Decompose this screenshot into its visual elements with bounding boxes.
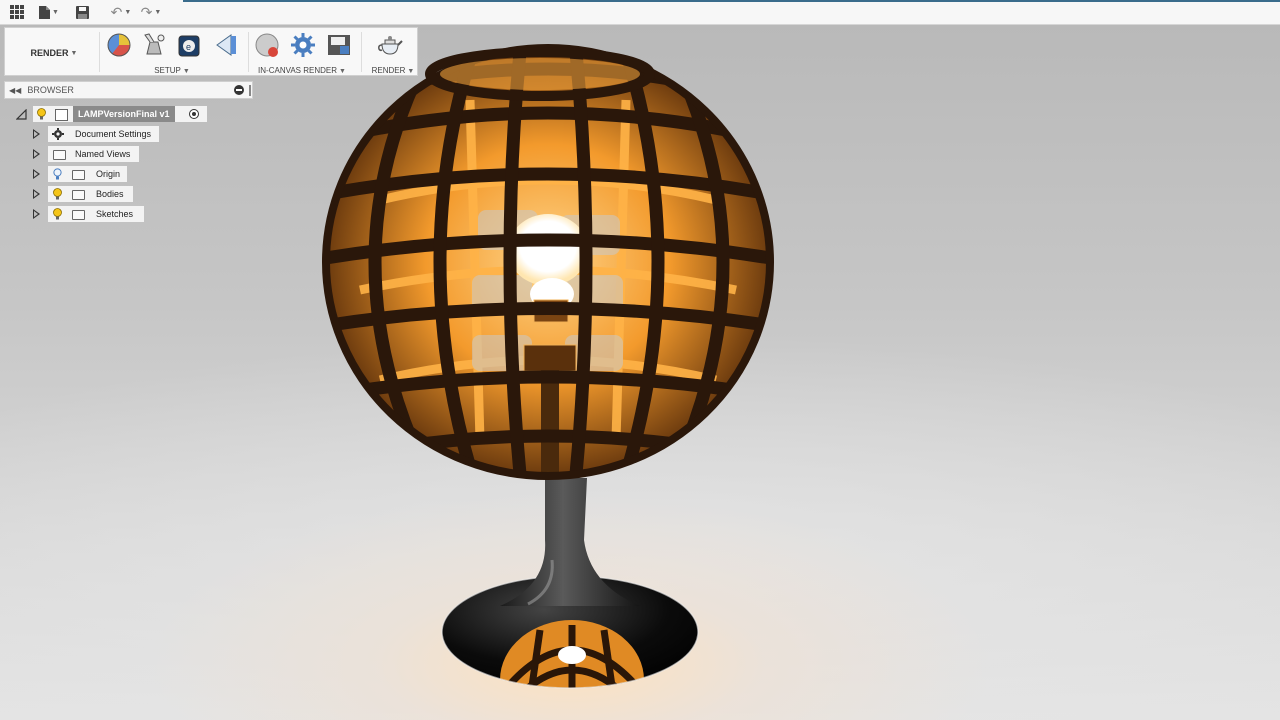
save-button[interactable] xyxy=(66,0,98,24)
in-canvas-render-icon[interactable] xyxy=(255,32,281,58)
browser-header: ◀◀ BROWSER xyxy=(4,81,253,99)
visibility-bulb-icon[interactable] xyxy=(37,108,46,120)
render-settings-icon[interactable] xyxy=(290,32,316,58)
capture-image-icon[interactable] xyxy=(326,32,352,58)
redo-button[interactable]: ↷ ▼ xyxy=(136,0,166,24)
expand-arrow-icon[interactable] xyxy=(33,129,40,139)
tree-item-label: Sketches xyxy=(96,209,134,219)
folder-icon xyxy=(72,190,85,200)
expand-arrow-icon[interactable] xyxy=(33,149,40,159)
root-component-label: LAMPVersionFinal v1 xyxy=(73,106,175,122)
visibility-bulb-icon[interactable] xyxy=(53,188,62,200)
redo-icon: ↷ xyxy=(140,3,153,20)
tree-item-document-settings[interactable]: Document Settings xyxy=(48,126,159,142)
workspace-label: RENDER xyxy=(30,48,69,58)
expand-arrow-icon[interactable] xyxy=(33,169,40,179)
application-bar: ▼ ↶ ▼ ↷ ▼ xyxy=(0,0,1280,25)
browser-title: BROWSER xyxy=(27,85,74,95)
tree-item-label: Origin xyxy=(96,169,121,179)
file-icon xyxy=(39,5,51,19)
visibility-bulb-icon[interactable] xyxy=(53,208,62,220)
panel-resize-handle[interactable] xyxy=(249,85,251,96)
data-panel-button[interactable] xyxy=(0,0,34,24)
workspace-switcher[interactable]: RENDER ▼ xyxy=(11,37,97,69)
expand-arrow-icon[interactable] xyxy=(33,209,40,219)
expand-toggle-icon[interactable] xyxy=(16,108,27,120)
divider xyxy=(248,32,249,72)
in-canvas-render-group-label[interactable]: IN-CANVAS RENDER ▼ xyxy=(258,66,346,75)
render-group-label[interactable]: RENDER ▼ xyxy=(372,66,415,75)
canvas-viewport[interactable] xyxy=(0,24,1280,720)
collapse-panel-icon[interactable]: ◀◀ xyxy=(9,86,21,95)
chevron-down-icon: ▼ xyxy=(124,8,132,16)
divider xyxy=(361,32,362,72)
grid-icon xyxy=(10,5,24,19)
tree-item-bodies[interactable]: Bodies xyxy=(48,186,133,202)
tree-item-named-views[interactable]: Named Views xyxy=(48,146,139,162)
expand-arrow-icon[interactable] xyxy=(33,189,40,199)
chevron-down-icon: ▼ xyxy=(70,49,78,57)
undo-button[interactable]: ↶ ▼ xyxy=(106,0,136,24)
tree-item-label: Document Settings xyxy=(75,129,152,139)
tree-item-sketches[interactable]: Sketches xyxy=(48,206,144,222)
tree-item-label: Bodies xyxy=(96,189,124,199)
tree-root-node[interactable]: LAMPVersionFinal v1 xyxy=(33,106,207,122)
setup-group-label[interactable]: SETUP ▼ xyxy=(154,66,190,75)
folder-icon xyxy=(53,150,66,160)
chevron-down-icon: ▼ xyxy=(154,8,162,16)
activate-radio-icon[interactable] xyxy=(189,109,199,119)
gear-icon xyxy=(52,128,64,140)
decal-icon[interactable] xyxy=(213,32,239,58)
component-icon xyxy=(55,109,68,121)
visibility-bulb-off-icon[interactable] xyxy=(53,168,62,180)
texture-map-icon[interactable]: e xyxy=(177,32,203,58)
undo-icon: ↶ xyxy=(110,3,123,20)
tree-root-row xyxy=(16,106,27,122)
appearance-icon[interactable] xyxy=(106,32,132,58)
render-toolbar: RENDER ▼ e SETUP ▼ IN-CANVAS RENDER ▼ REND… xyxy=(4,27,418,76)
divider xyxy=(99,32,100,72)
accent-strip xyxy=(183,0,1280,2)
file-menu-button[interactable]: ▼ xyxy=(34,0,64,24)
scene-settings-icon[interactable] xyxy=(141,32,167,58)
folder-icon xyxy=(72,210,85,220)
tree-item-label: Named Views xyxy=(75,149,131,159)
chevron-down-icon: ▼ xyxy=(52,8,59,16)
render-teapot-icon[interactable] xyxy=(377,32,403,58)
minus-icon[interactable] xyxy=(234,85,244,95)
tree-item-origin[interactable]: Origin xyxy=(48,166,127,182)
save-icon xyxy=(75,5,89,19)
svg-text:e: e xyxy=(186,42,191,52)
folder-icon xyxy=(72,170,85,180)
lamp-model xyxy=(322,44,774,689)
